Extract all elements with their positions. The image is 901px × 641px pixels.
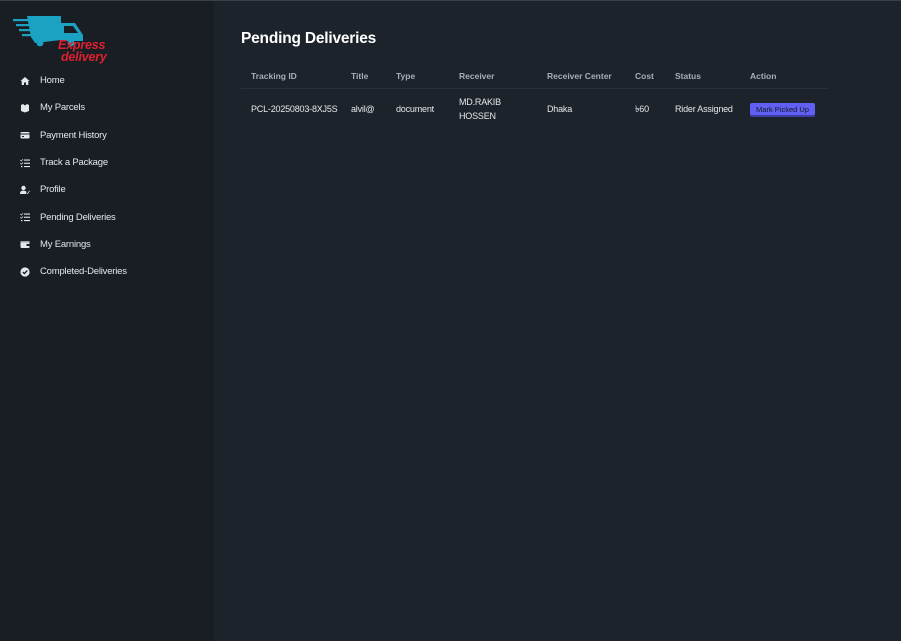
- user-edit-icon: [19, 184, 30, 195]
- cell-cost: ৳60: [635, 104, 649, 114]
- cell-action: Mark Picked Up: [740, 89, 828, 130]
- cell-receiver: MD.RAKIB HOSSEN: [459, 97, 501, 121]
- column-header-receiver-center: Receiver Center: [537, 63, 625, 89]
- column-header-title: Title: [341, 63, 386, 89]
- column-header-action: Action: [740, 63, 828, 89]
- pending-deliveries-table: Tracking ID Title Type Receiver Receiver…: [241, 63, 828, 129]
- sidebar-item-payment-history[interactable]: Payment History: [0, 122, 214, 149]
- sidebar-item-label: Home: [40, 75, 65, 87]
- cell-tracking-id: PCL-20250803-8XJ5S: [251, 104, 338, 114]
- sidebar-item-label: My Earnings: [40, 238, 91, 250]
- cell-type: document: [396, 104, 434, 114]
- sidebar-item-track-a-package[interactable]: Track a Package: [0, 149, 214, 176]
- logo-text-delivery: delivery: [61, 50, 107, 64]
- wallet-icon: [19, 239, 30, 250]
- column-header-cost: Cost: [625, 63, 665, 89]
- sidebar-item-completed-deliveries[interactable]: Completed-Deliveries: [0, 258, 214, 285]
- cell-receiver-center: Dhaka: [547, 104, 573, 114]
- column-header-status: Status: [665, 63, 740, 89]
- page-title: Pending Deliveries: [241, 30, 377, 47]
- checklist-icon: [19, 157, 30, 168]
- parcel-icon: [19, 102, 30, 113]
- sidebar-item-label: Pending Deliveries: [40, 211, 116, 223]
- logo[interactable]: Express delivery: [13, 13, 113, 65]
- main-content: Pending Deliveries Tracking ID Title Typ…: [214, 1, 901, 641]
- sidebar-item-profile[interactable]: Profile: [0, 176, 214, 203]
- sidebar-item-label: Completed-Deliveries: [40, 266, 127, 278]
- cell-title: alvil@: [351, 104, 375, 114]
- checklist-icon: [19, 212, 30, 223]
- sidebar-item-my-earnings[interactable]: My Earnings: [0, 231, 214, 258]
- column-header-type: Type: [386, 63, 449, 89]
- column-header-tracking-id: Tracking ID: [241, 63, 341, 89]
- sidebar-item-my-parcels[interactable]: My Parcels: [0, 94, 214, 121]
- sidebar-item-home[interactable]: Home: [0, 67, 214, 94]
- sidebar-item-label: Profile: [40, 184, 66, 196]
- payment-icon: [19, 130, 30, 141]
- table-row: PCL-20250803-8XJ5S alvil@ document MD.RA…: [241, 89, 828, 130]
- sidebar-item-label: Track a Package: [40, 157, 108, 169]
- sidebar-item-pending-deliveries[interactable]: Pending Deliveries: [0, 203, 214, 230]
- sidebar-nav: Home My Parcels Payment History Track a …: [0, 67, 214, 285]
- table-header-row: Tracking ID Title Type Receiver Receiver…: [241, 63, 828, 89]
- sidebar-item-label: Payment History: [40, 129, 107, 141]
- check-circle-icon: [19, 266, 30, 277]
- column-header-receiver: Receiver: [449, 63, 537, 89]
- home-icon: [19, 75, 30, 86]
- mark-picked-up-button[interactable]: Mark Picked Up: [750, 103, 815, 115]
- cell-status: Rider Assigned: [675, 104, 733, 114]
- sidebar-item-label: My Parcels: [40, 102, 85, 114]
- sidebar: Express delivery Home My Parcels Payment…: [0, 1, 214, 641]
